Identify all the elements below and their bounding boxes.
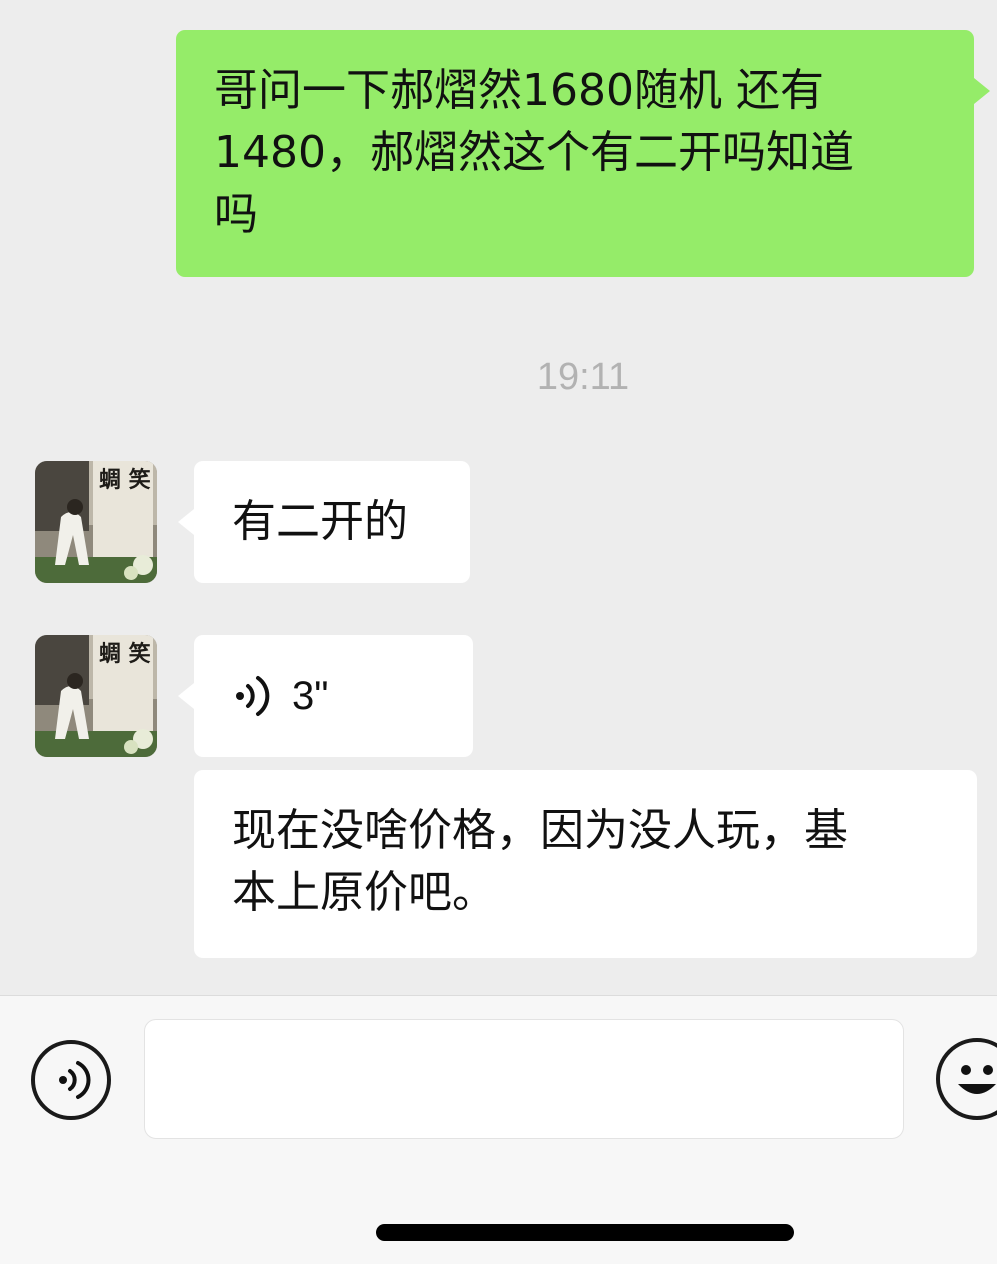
avatar-caption: 蜩 笑 (99, 467, 151, 493)
voice-toggle-button[interactable] (31, 1040, 111, 1120)
message-line: 吗 (214, 189, 258, 240)
chat-area: 哥问一下郝熠然1680随机 还有 1480，郝熠然这个有二开吗知道 吗 19:1… (0, 0, 997, 995)
message-timestamp: 19:11 (536, 356, 630, 398)
message-line: 1480，郝熠然这个有二开吗知道 (214, 127, 854, 178)
avatar-image: 蜩 笑 (35, 461, 157, 583)
bubble-tail (178, 683, 194, 709)
voice-wave-icon (236, 676, 270, 716)
incoming-message-bubble[interactable]: 现在没啥价格，因为没人玩，基 本上原价吧。 (194, 770, 977, 958)
voice-message-content: 3" (232, 635, 328, 757)
contact-avatar[interactable]: 蜩 笑 (35, 635, 157, 757)
voice-duration: 3" (292, 674, 329, 718)
avatar-caption: 蜩 笑 (99, 641, 151, 667)
message-line: 有二开的 (232, 496, 408, 547)
bubble-tail (974, 78, 990, 104)
voice-toggle-icon (59, 1061, 91, 1099)
message-input[interactable] (144, 1019, 904, 1139)
bubble-tail (178, 509, 194, 535)
message-line: 哥问一下郝熠然1680随机 还有 (214, 65, 824, 116)
message-line: 本上原价吧。 (232, 867, 496, 918)
message-line: 现在没啥价格，因为没人玩，基 (232, 805, 848, 856)
emoji-button[interactable] (936, 1038, 997, 1120)
contact-avatar[interactable]: 蜩 笑 (35, 461, 157, 583)
emoji-icon (958, 1065, 996, 1094)
outgoing-message-bubble[interactable]: 哥问一下郝熠然1680随机 还有 1480，郝熠然这个有二开吗知道 吗 (176, 30, 990, 277)
avatar-image: 蜩 笑 (35, 635, 157, 757)
incoming-message-bubble[interactable]: 有二开的 (178, 461, 470, 583)
home-indicator[interactable] (376, 1224, 794, 1241)
voice-message-bubble[interactable]: 3" (178, 635, 473, 757)
